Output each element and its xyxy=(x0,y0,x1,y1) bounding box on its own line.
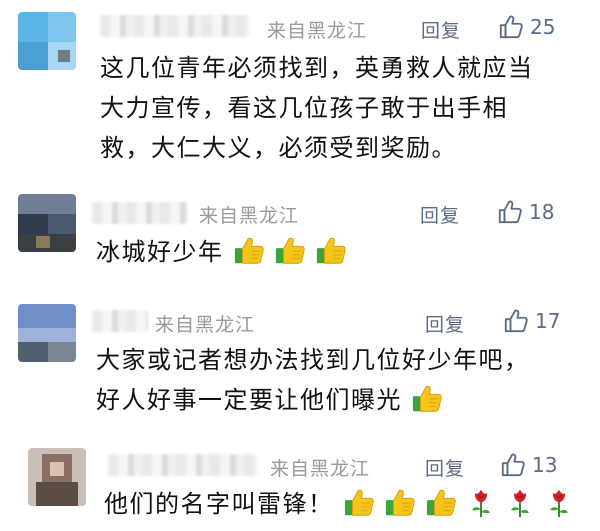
like-count: 25 xyxy=(530,15,556,39)
thumbs-up-icon xyxy=(411,383,443,415)
thumbs-up-icon xyxy=(384,487,416,519)
thumbs-up-icon xyxy=(315,235,347,267)
avatar[interactable] xyxy=(18,194,76,252)
thumbs-up-icon xyxy=(425,487,457,519)
comment-item: 来自黑龙江 回复 17 大家或记者想办法找到几位好少年吧， 好人好事一定要让他们… xyxy=(0,300,600,430)
username[interactable] xyxy=(92,310,148,332)
thumbs-up-icon xyxy=(500,452,526,478)
comment-line: 好人好事一定要让他们曝光 xyxy=(96,386,402,414)
thumbs-up-icon xyxy=(503,308,529,334)
comment-line: 这几位青年必须找到，英勇救人就应当 xyxy=(100,54,534,82)
comment-line: 大力宣传，看这几位孩子敢于出手相 xyxy=(100,94,508,122)
avatar[interactable] xyxy=(18,304,76,362)
comment-text: 大家或记者想办法找到几位好少年吧， 好人好事一定要让他们曝光 xyxy=(96,340,530,420)
thumbs-up-icon xyxy=(274,235,306,267)
like-button[interactable]: 18 xyxy=(497,198,554,226)
thumbs-up-icon xyxy=(233,235,265,267)
like-button[interactable]: 17 xyxy=(503,307,560,335)
like-count: 17 xyxy=(535,309,561,333)
comment-item: 来自黑龙江 回复 13 他们的名字叫雷锋！ xyxy=(0,440,600,531)
comment-line: 他们的名字叫雷锋！ xyxy=(104,490,334,518)
thumbs-up-icon xyxy=(343,487,375,519)
comment-item: 来自黑龙江 回复 18 冰城好少年 xyxy=(0,190,600,290)
reply-button[interactable]: 回复 xyxy=(420,201,460,228)
comment-text: 冰城好少年 xyxy=(96,232,347,272)
like-button[interactable]: 13 xyxy=(500,451,557,479)
username[interactable] xyxy=(108,454,258,476)
like-count: 13 xyxy=(532,453,558,477)
reply-button[interactable]: 回复 xyxy=(425,310,465,337)
location-label: 来自黑龙江 xyxy=(155,314,256,336)
thumbs-up-icon xyxy=(497,199,523,225)
comment-line: 救，大仁大义，必须受到奖励。 xyxy=(100,134,457,162)
comment-item: 来自黑龙江 回复 25 这几位青年必须找到，英勇救人就应当 大力宣传，看这几位孩… xyxy=(0,0,600,170)
location-label: 来自黑龙江 xyxy=(199,205,300,227)
thumbs-up-icon xyxy=(498,14,524,40)
like-button[interactable]: 25 xyxy=(498,13,555,41)
location-label: 来自黑龙江 xyxy=(270,458,371,480)
rose-icon xyxy=(505,487,535,519)
comment-text: 这几位青年必须找到，英勇救人就应当 大力宣传，看这几位孩子敢于出手相 救，大仁大… xyxy=(100,48,534,168)
comment-line: 冰城好少年 xyxy=(96,238,224,266)
avatar[interactable] xyxy=(18,12,76,70)
avatar[interactable] xyxy=(28,448,86,506)
location-label: 来自黑龙江 xyxy=(267,20,368,42)
rose-icon xyxy=(544,487,574,519)
username[interactable] xyxy=(92,202,188,224)
username[interactable] xyxy=(100,15,250,37)
reply-button[interactable]: 回复 xyxy=(421,16,461,43)
comment-line: 大家或记者想办法找到几位好少年吧， xyxy=(96,346,530,374)
reply-button[interactable]: 回复 xyxy=(425,454,465,481)
comment-text: 他们的名字叫雷锋！ xyxy=(104,484,574,524)
rose-icon xyxy=(466,487,496,519)
like-count: 18 xyxy=(529,200,555,224)
